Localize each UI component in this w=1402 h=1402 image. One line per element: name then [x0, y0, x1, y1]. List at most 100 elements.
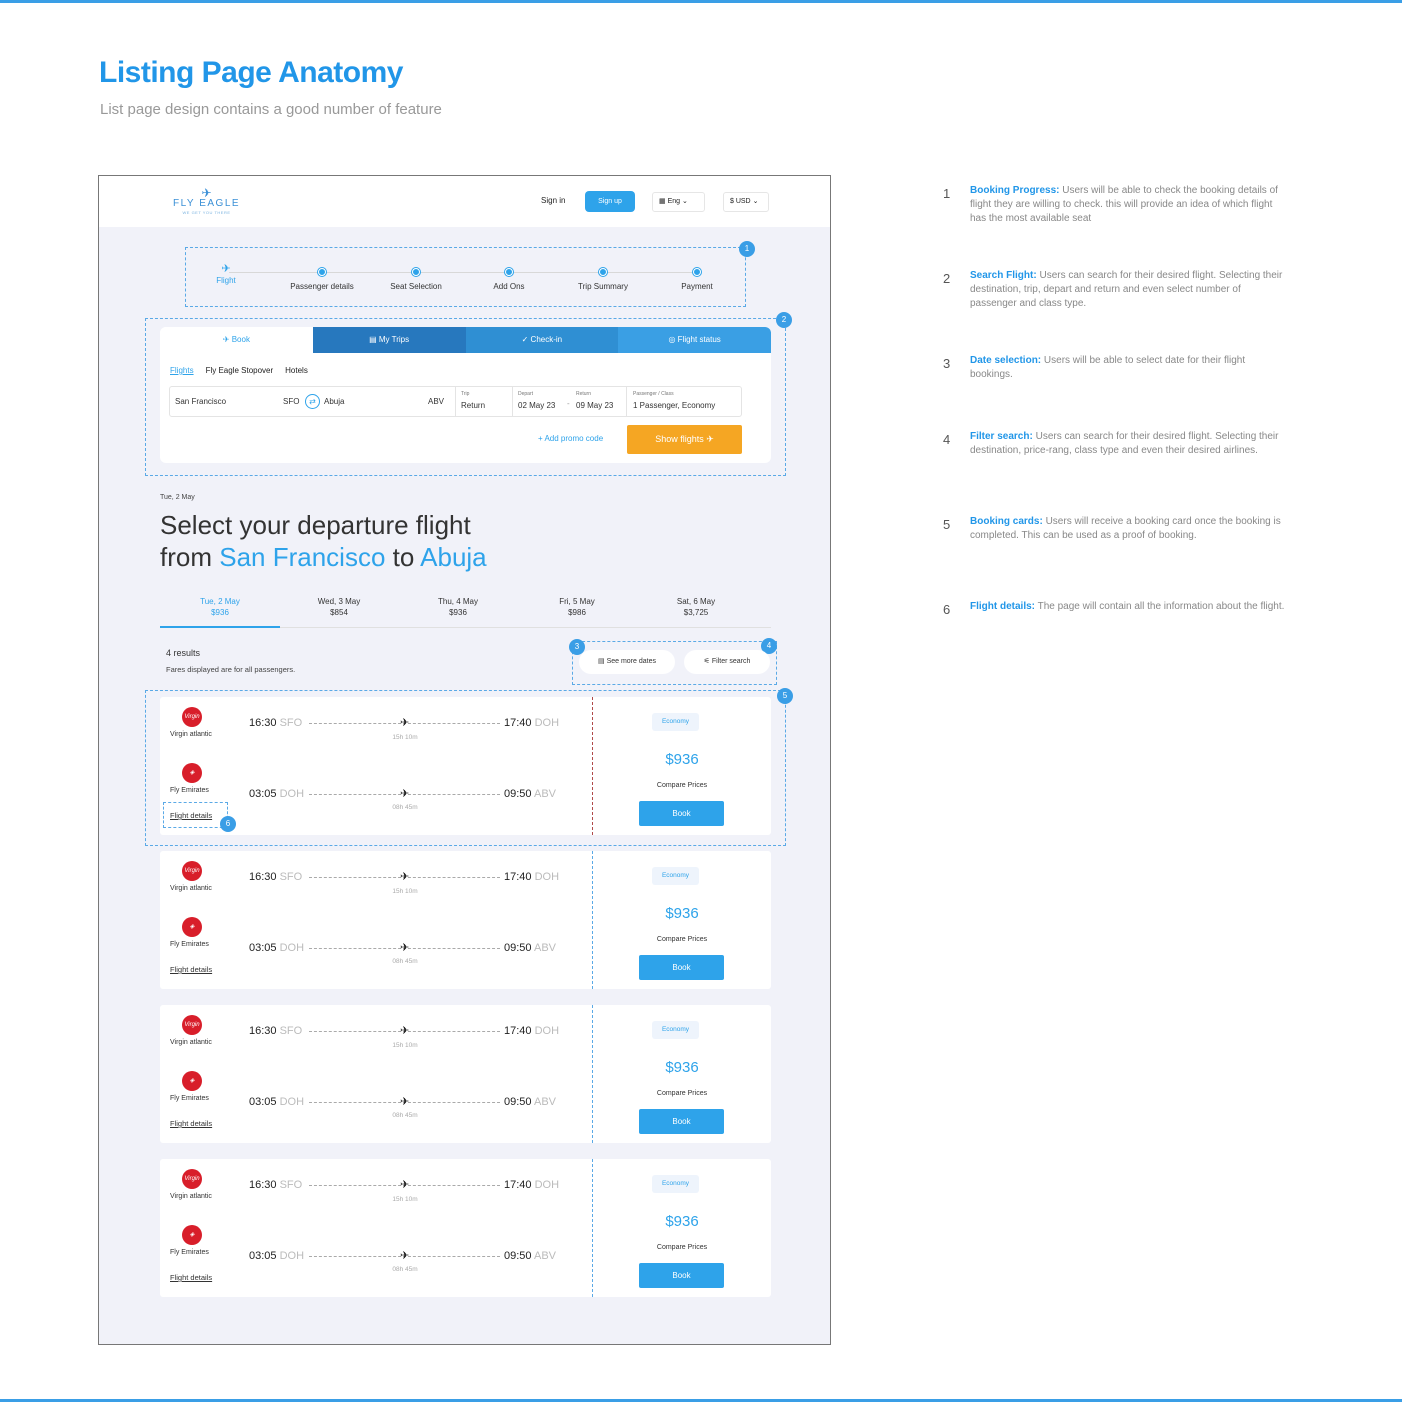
compare-prices-link[interactable]: Compare Prices: [632, 936, 732, 943]
date-tab-price: $986: [568, 608, 586, 617]
flight-details-link[interactable]: Flight details: [170, 965, 212, 974]
top-accent-line: [0, 0, 1402, 3]
flight-duration: 08h 45m: [392, 1112, 418, 1119]
departure-time: 16:30 SFO: [249, 717, 302, 729]
note-text: Flight details: The page will contain al…: [970, 600, 1290, 614]
date-tab-thu[interactable]: Thu, 4 May $936: [398, 596, 518, 618]
airport-code: DOH: [279, 1096, 305, 1108]
to-city-field[interactable]: Abuja: [324, 397, 344, 406]
from-city-field[interactable]: San Francisco: [175, 397, 226, 406]
show-flights-button[interactable]: Show flights ✈: [627, 425, 742, 454]
date-tab-wed[interactable]: Wed, 3 May $854: [279, 596, 399, 618]
check-circle-icon: ✓: [521, 335, 531, 344]
airport-code: ABV: [533, 942, 556, 954]
filter-icon: ⚟: [703, 658, 712, 665]
emirates-logo: ◈: [182, 763, 202, 783]
passenger-class-field[interactable]: Passenger / Class 1 Passenger, Economy: [633, 391, 715, 410]
see-more-dates-button[interactable]: ▤ See more dates: [579, 650, 675, 674]
airport-code: DOH: [534, 1179, 560, 1191]
airport-code: DOH: [279, 788, 305, 800]
search-tabs: ✈ Book ▤ My Trips ✓ Check-in ◎ Flight st…: [160, 327, 771, 353]
tab-book[interactable]: ✈ Book: [160, 327, 313, 353]
sign-in-link[interactable]: Sign in: [541, 196, 565, 205]
date-tab-fri[interactable]: Fri, 5 May $986: [517, 596, 637, 618]
uk-flag-icon: ▦: [659, 198, 668, 205]
trip-label: Trip: [461, 391, 470, 397]
tab-label: Flight status: [677, 335, 721, 344]
page-title: Listing Page Anatomy: [99, 56, 403, 89]
tab-check-in[interactable]: ✓ Check-in: [465, 327, 619, 353]
flight-card: Virgin Virgin atlantic 16:30 SFO ✈ 15h 1…: [160, 1005, 771, 1143]
return-value: 09 May 23: [576, 401, 614, 410]
depart-field[interactable]: Depart 02 May 23: [518, 391, 555, 410]
card-divider: [592, 1005, 593, 1143]
progress-step-summary[interactable]: Trip Summary: [558, 268, 648, 291]
step-label: Add Ons: [493, 282, 525, 291]
departure-time: 03:05 DOH: [249, 942, 304, 954]
step-dot: [412, 268, 420, 276]
subtab-stopover[interactable]: Fly Eagle Stopover: [206, 366, 274, 375]
book-button[interactable]: Book: [639, 1109, 724, 1134]
heading-origin: San Francisco: [219, 542, 386, 572]
from-code: SFO: [283, 397, 300, 406]
time-value: 03:05: [249, 942, 277, 954]
subtab-hotels[interactable]: Hotels: [285, 366, 308, 375]
compare-prices-link[interactable]: Compare Prices: [632, 1244, 732, 1251]
currency-select[interactable]: $ USD ⌄: [723, 192, 769, 212]
airport-code: SFO: [279, 871, 303, 883]
language-select[interactable]: ▦ Eng ⌄: [652, 192, 705, 212]
progress-step-flight[interactable]: ✈ Flight: [181, 264, 271, 286]
airline-name: Virgin atlantic: [170, 885, 212, 892]
flight-details-link[interactable]: Flight details: [170, 1119, 212, 1128]
note-number: 3: [943, 356, 951, 371]
trip-field[interactable]: Trip Return: [461, 391, 485, 410]
compare-prices-link[interactable]: Compare Prices: [632, 782, 732, 789]
note-title: Filter search:: [970, 431, 1033, 442]
tab-my-trips[interactable]: ▤ My Trips: [312, 327, 466, 353]
fly-eagle-logo[interactable]: ✈ FLY EAGLE WE GET YOU THERE: [173, 187, 240, 215]
time-value: 17:40: [504, 717, 532, 729]
annotation-badge-2: 2: [776, 312, 792, 328]
add-promo-code-link[interactable]: + Add promo code: [538, 434, 603, 443]
book-button[interactable]: Book: [639, 801, 724, 826]
arrival-time: 09:50 ABV: [504, 788, 556, 800]
compare-prices-link[interactable]: Compare Prices: [632, 1090, 732, 1097]
depart-value: 02 May 23: [518, 401, 556, 410]
note-title: Flight details:: [970, 601, 1035, 612]
note-number: 4: [943, 432, 951, 447]
airport-code: ABV: [533, 1096, 556, 1108]
plane-icon: ✈: [400, 1179, 410, 1191]
filter-search-button[interactable]: ⚟ Filter search: [684, 650, 770, 674]
filter-search-label: Filter search: [711, 658, 751, 665]
time-value: 03:05: [249, 788, 277, 800]
arrival-time: 17:40 DOH: [504, 871, 559, 883]
sign-up-button[interactable]: Sign up: [585, 191, 635, 212]
book-button[interactable]: Book: [639, 955, 724, 980]
tab-flight-status[interactable]: ◎ Flight status: [618, 327, 771, 353]
note-number: 2: [943, 271, 951, 286]
flight-details-link[interactable]: Flight details: [170, 1273, 212, 1282]
progress-step-passenger[interactable]: Passenger details: [277, 268, 367, 291]
airline-name: Fly Emirates: [170, 1249, 209, 1256]
return-field[interactable]: Return 09 May 23: [576, 391, 613, 410]
date-tab-sat[interactable]: Sat, 6 May $3,725: [636, 596, 756, 618]
book-button[interactable]: Book: [639, 1263, 724, 1288]
airline-name: Virgin atlantic: [170, 1039, 212, 1046]
heading-from: from: [160, 542, 212, 572]
time-value: 09:50: [504, 942, 532, 954]
card-divider: [592, 851, 593, 989]
fare-price: $936: [665, 1059, 699, 1076]
step-label: Seat Selection: [390, 282, 442, 291]
time-value: 16:30: [249, 1025, 277, 1037]
virgin-atlantic-logo: Virgin: [182, 861, 202, 881]
date-tab-tue[interactable]: Tue, 2 May $936: [160, 596, 280, 618]
progress-step-seat[interactable]: Seat Selection: [371, 268, 461, 291]
progress-step-addons[interactable]: Add Ons: [464, 268, 554, 291]
date-separator: -: [567, 399, 570, 408]
progress-step-payment[interactable]: Payment: [652, 268, 742, 291]
fare-price: $936: [665, 905, 699, 922]
step-dot: [693, 268, 701, 276]
step-dot: [318, 268, 326, 276]
subtab-flights[interactable]: Flights: [170, 366, 194, 375]
swap-icon[interactable]: ⇄: [305, 394, 320, 409]
